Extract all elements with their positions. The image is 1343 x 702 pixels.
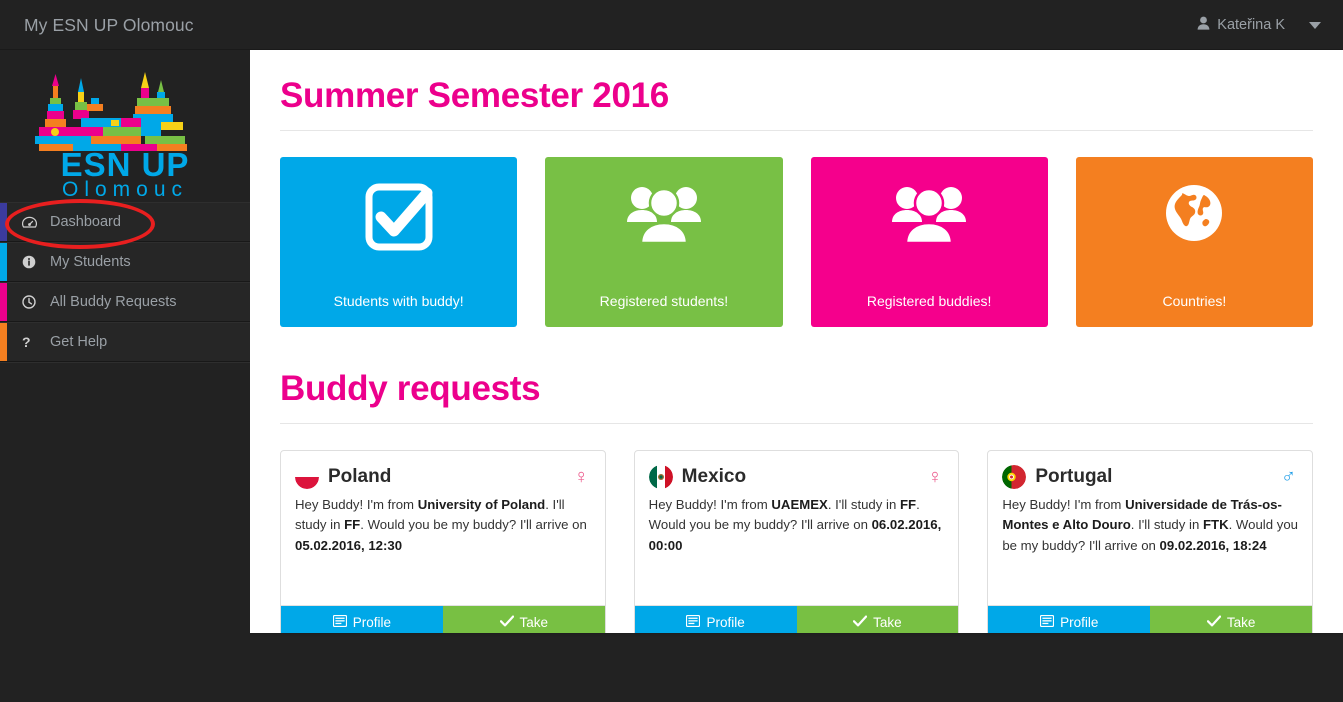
profile-button[interactable]: Profile [281,606,443,633]
take-button[interactable]: Take [1150,606,1313,633]
flag-mexico-icon [648,465,673,489]
take-button-label: Take [873,615,902,630]
sidebar-item-label: Dashboard [50,214,121,230]
stat-card-registered-students[interactable]: Registered students! [545,157,783,327]
info-circle-icon [22,255,44,269]
sidebar-item-dashboard[interactable]: Dashboard [0,202,250,242]
globe-icon [1076,181,1313,245]
profile-button-label: Profile [352,615,392,630]
sidebar-item-label: All Buddy Requests [50,294,177,310]
sidebar-item-label: My Students [50,254,131,270]
take-button-label: Take [519,615,549,630]
gender-female-icon: ♀ [573,466,589,488]
sidebar-accent-bar [0,203,7,241]
check-icon [1206,615,1221,630]
buddy-request-country: Poland [328,466,392,487]
sidebar-empty-area [0,362,250,702]
sidebar: ESN UP Olomouc Dashboard My Students All… [0,50,250,702]
profile-button[interactable]: Profile [634,606,797,633]
gender-male-icon: ♂ [1281,466,1297,488]
stat-card-label: Countries! [1162,293,1227,309]
buddy-request-header: Mexico ♀ [635,451,959,491]
buddy-request-card[interactable]: Portugal ♂ Hey Buddy! I'm from Universid… [987,450,1314,633]
check-icon [499,615,514,630]
sidebar-item-all-buddy-requests[interactable]: All Buddy Requests [0,282,250,322]
sidebar-accent-bar [0,283,7,321]
flag-portugal-icon [1002,465,1027,489]
check-square-icon [280,181,517,253]
user-icon [1197,1,1210,51]
flag-poland-icon [295,465,319,489]
take-button-label: Take [1226,615,1256,630]
app-brand-title[interactable]: My ESN UP Olomouc [24,0,194,50]
stat-card-students-with-buddy[interactable]: Students with buddy! [280,157,518,327]
profile-icon [686,614,701,630]
buddy-request-card[interactable]: Poland ♀ Hey Buddy! I'm from University … [280,450,606,633]
svg-text:Olomouc: Olomouc [62,178,188,198]
chevron-down-icon[interactable] [1309,22,1321,29]
profile-button-label: Profile [706,615,745,630]
stat-card-label: Students with buddy! [333,293,464,309]
sidebar-item-label: Get Help [50,334,108,350]
users-group-icon [545,181,782,253]
section-title-buddy-requests: Buddy requests [280,369,541,408]
user-name-label: Kateřina K [1217,17,1285,33]
profile-icon [332,614,347,630]
main-content: Summer Semester 2016 Students with buddy… [250,50,1343,633]
buddy-request-header: Portugal ♂ [988,451,1312,491]
gender-female-icon: ♀ [927,466,943,488]
buddy-request-actions: Profile Take [634,605,959,633]
clock-circle-icon [22,295,44,309]
buddy-request-message: Hey Buddy! I'm from University of Poland… [295,497,587,553]
buddy-request-country: Mexico [681,466,747,487]
sidebar-item-my-students[interactable]: My Students [0,242,250,282]
buddy-request-message: Hey Buddy! I'm from UAEMEX. I'll study i… [648,497,942,553]
sidebar-accent-bar [0,243,7,281]
buddy-request-country: Portugal [1035,466,1113,487]
sidebar-accent-bar [0,323,7,361]
profile-icon [1040,614,1055,630]
stat-card-label: Registered students! [599,293,729,309]
stat-card-countries[interactable]: Countries! [1075,157,1313,327]
esn-up-olomouc-logo[interactable]: ESN UP Olomouc [0,50,250,202]
buddy-request-actions: Profile Take [988,605,1313,633]
profile-button-label: Profile [1060,615,1099,630]
user-menu[interactable]: Kateřina K [1197,0,1285,50]
dashboard-icon [22,216,44,229]
users-group-icon [811,181,1048,253]
stat-card-registered-buddies[interactable]: Registered buddies! [810,157,1048,327]
page-title: Summer Semester 2016 [280,76,669,115]
question-mark-icon: ? [22,334,31,350]
stat-card-label: Registered buddies! [866,293,992,309]
sidebar-item-get-help[interactable]: ? Get Help [0,322,250,362]
buddy-request-header: Poland ♀ [281,451,605,491]
buddy-request-actions: Profile Take [281,605,605,633]
check-icon [853,615,868,630]
take-button[interactable]: Take [442,606,605,633]
buddy-request-message: Hey Buddy! I'm from Universidade de Trás… [1002,497,1298,553]
take-button[interactable]: Take [796,606,959,633]
logo-skyline-icon: ESN UP Olomouc [35,72,188,198]
profile-button[interactable]: Profile [988,606,1151,633]
buddy-request-card[interactable]: Mexico ♀ Hey Buddy! I'm from UAEMEX. I'l… [633,450,960,633]
buddy-requests-row: Poland ♀ Hey Buddy! I'm from University … [250,424,1343,633]
top-navbar: My ESN UP Olomouc Kateřina K [0,0,1343,50]
stat-cards-row: Students with buddy! Registered students… [250,131,1343,327]
